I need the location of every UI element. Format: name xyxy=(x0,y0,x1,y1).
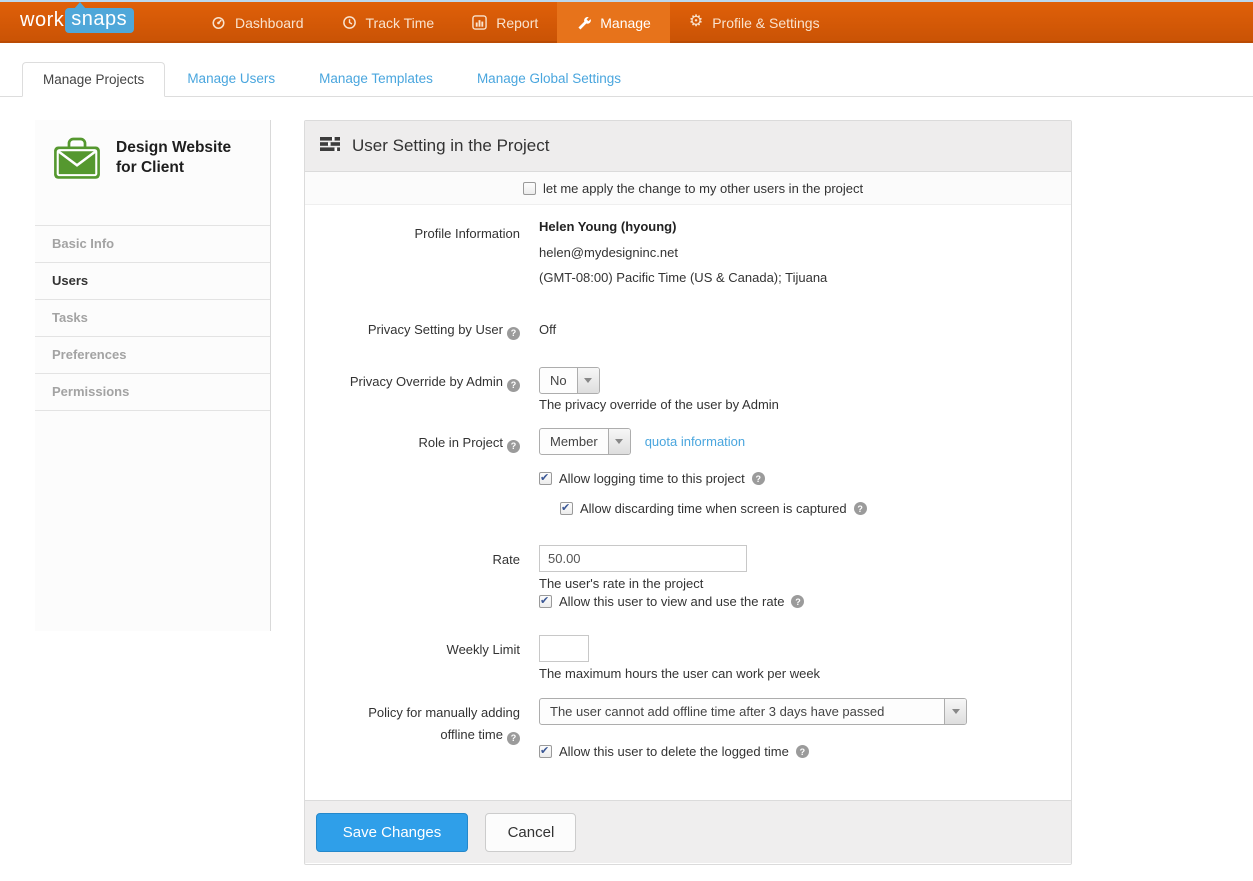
logo-text-work: work xyxy=(20,9,64,32)
top-navigation-bar: work snaps Dashboard Track Time Report xyxy=(0,2,1253,43)
user-full-name: Helen Young (hyoung) xyxy=(539,219,676,234)
worksnaps-logo[interactable]: work snaps xyxy=(20,8,134,33)
sidebar-item-basic-info[interactable]: Basic Info xyxy=(35,226,270,263)
clock-icon xyxy=(342,15,357,30)
allow-discarding-label: Allow discarding time when screen is cap… xyxy=(580,501,847,516)
help-icon[interactable] xyxy=(791,595,804,608)
allow-delete-checkbox[interactable] xyxy=(539,745,552,758)
allow-delete-row: Allow this user to delete the logged tim… xyxy=(539,744,809,759)
chevron-down-icon[interactable] xyxy=(577,368,599,393)
form-footer: Save Changes Cancel xyxy=(305,800,1071,863)
selected-value: The user cannot add offline time after 3… xyxy=(540,699,894,724)
help-icon[interactable] xyxy=(796,745,809,758)
nav-label: Dashboard xyxy=(235,15,304,31)
selected-value: No xyxy=(540,368,577,393)
nav-dashboard[interactable]: Dashboard xyxy=(192,2,323,43)
gear-icon: ⚙ xyxy=(689,14,703,30)
privacy-override-select[interactable]: No xyxy=(539,367,600,394)
policy-select[interactable]: The user cannot add offline time after 3… xyxy=(539,698,967,725)
chevron-down-icon[interactable] xyxy=(608,429,630,454)
allow-view-rate-row: Allow this user to view and use the rate xyxy=(539,594,804,609)
allow-view-rate-checkbox[interactable] xyxy=(539,595,552,608)
sidebar-item-preferences[interactable]: Preferences xyxy=(35,337,270,374)
sidebar-item-tasks[interactable]: Tasks xyxy=(35,300,270,337)
privacy-override-label: Privacy Override by Admin xyxy=(315,374,520,392)
nav-manage[interactable]: Manage xyxy=(557,2,670,43)
user-setting-form: Profile Information Helen Young (hyoung)… xyxy=(305,205,1071,800)
role-select[interactable]: Member xyxy=(539,428,631,455)
allow-discarding-checkbox[interactable] xyxy=(560,502,573,515)
apply-to-others-checkbox[interactable] xyxy=(523,182,536,195)
save-changes-button[interactable]: Save Changes xyxy=(316,813,468,852)
help-icon[interactable] xyxy=(752,472,765,485)
tab-manage-global-settings[interactable]: Manage Global Settings xyxy=(455,62,643,96)
help-icon[interactable] xyxy=(507,732,520,745)
allow-view-rate-label: Allow this user to view and use the rate xyxy=(559,594,784,609)
nav-label: Manage xyxy=(600,15,651,31)
allow-logging-checkbox[interactable] xyxy=(539,472,552,485)
tab-manage-projects[interactable]: Manage Projects xyxy=(22,62,165,97)
profile-information-label: Profile Information xyxy=(315,226,520,241)
tab-manage-users[interactable]: Manage Users xyxy=(165,62,297,96)
allow-logging-label: Allow logging time to this project xyxy=(559,471,745,486)
user-setting-panel: User Setting in the Project let me apply… xyxy=(304,120,1072,865)
sidebar-item-permissions[interactable]: Permissions xyxy=(35,374,270,411)
page-title: User Setting in the Project xyxy=(352,136,549,156)
rate-label: Rate xyxy=(315,552,520,567)
project-title: Design Website for Client xyxy=(116,136,231,225)
report-chart-icon xyxy=(472,15,487,30)
worksnaps-app: work snaps Dashboard Track Time Report xyxy=(0,0,1253,881)
nav-label: Profile & Settings xyxy=(712,15,819,31)
privacy-setting-value: Off xyxy=(539,322,556,337)
user-email: helen@mydesigninc.net xyxy=(539,245,678,260)
privacy-override-help-text: The privacy override of the user by Admi… xyxy=(539,397,779,412)
role-in-project-label: Role in Project xyxy=(315,435,520,453)
apply-to-others-row: let me apply the change to my other user… xyxy=(305,172,1071,205)
wrench-icon xyxy=(576,15,591,30)
help-icon[interactable] xyxy=(507,440,520,453)
logo-text-snaps: snaps xyxy=(65,8,134,33)
dashboard-icon xyxy=(211,15,226,30)
cancel-button[interactable]: Cancel xyxy=(485,813,576,852)
rate-help-text: The user's rate in the project xyxy=(539,576,703,591)
allow-logging-row: Allow logging time to this project xyxy=(539,471,765,486)
help-icon[interactable] xyxy=(854,502,867,515)
tab-manage-templates[interactable]: Manage Templates xyxy=(297,62,455,96)
help-icon[interactable] xyxy=(507,327,520,340)
help-icon[interactable] xyxy=(507,379,520,392)
project-menu: Basic Info Users Tasks Preferences Permi… xyxy=(35,225,270,411)
panel-header: User Setting in the Project xyxy=(305,121,1071,172)
project-header: Design Website for Client xyxy=(35,120,270,225)
weekly-limit-help-text: The maximum hours the user can work per … xyxy=(539,666,820,681)
quota-information-link[interactable]: quota information xyxy=(645,434,745,449)
privacy-setting-label: Privacy Setting by User xyxy=(315,322,520,340)
weekly-limit-label: Weekly Limit xyxy=(315,642,520,657)
nav-report[interactable]: Report xyxy=(453,2,557,43)
role-row: Member quota information xyxy=(539,428,745,455)
rate-input[interactable] xyxy=(539,545,747,572)
tasks-list-icon xyxy=(320,136,341,157)
project-sidebar: Design Website for Client Basic Info Use… xyxy=(35,120,271,631)
nav-profile-settings[interactable]: ⚙ Profile & Settings xyxy=(670,2,839,43)
manage-tab-bar: Manage Projects Manage Users Manage Temp… xyxy=(0,62,1253,97)
nav-label: Report xyxy=(496,15,538,31)
selected-value: Member xyxy=(540,429,608,454)
nav-track-time[interactable]: Track Time xyxy=(323,2,454,43)
allow-delete-label: Allow this user to delete the logged tim… xyxy=(559,744,789,759)
user-timezone: (GMT-08:00) Pacific Time (US & Canada); … xyxy=(539,270,827,285)
allow-discarding-row: Allow discarding time when screen is cap… xyxy=(560,501,867,516)
apply-to-others-label: let me apply the change to my other user… xyxy=(543,181,863,196)
nav-label: Track Time xyxy=(366,15,435,31)
briefcase-icon xyxy=(52,136,102,225)
policy-label: Policy for manually adding offline time xyxy=(315,705,520,745)
sidebar-item-users[interactable]: Users xyxy=(35,263,270,300)
weekly-limit-input[interactable] xyxy=(539,635,589,662)
chevron-down-icon[interactable] xyxy=(944,699,966,724)
main-nav: Dashboard Track Time Report Manage xyxy=(192,2,839,43)
